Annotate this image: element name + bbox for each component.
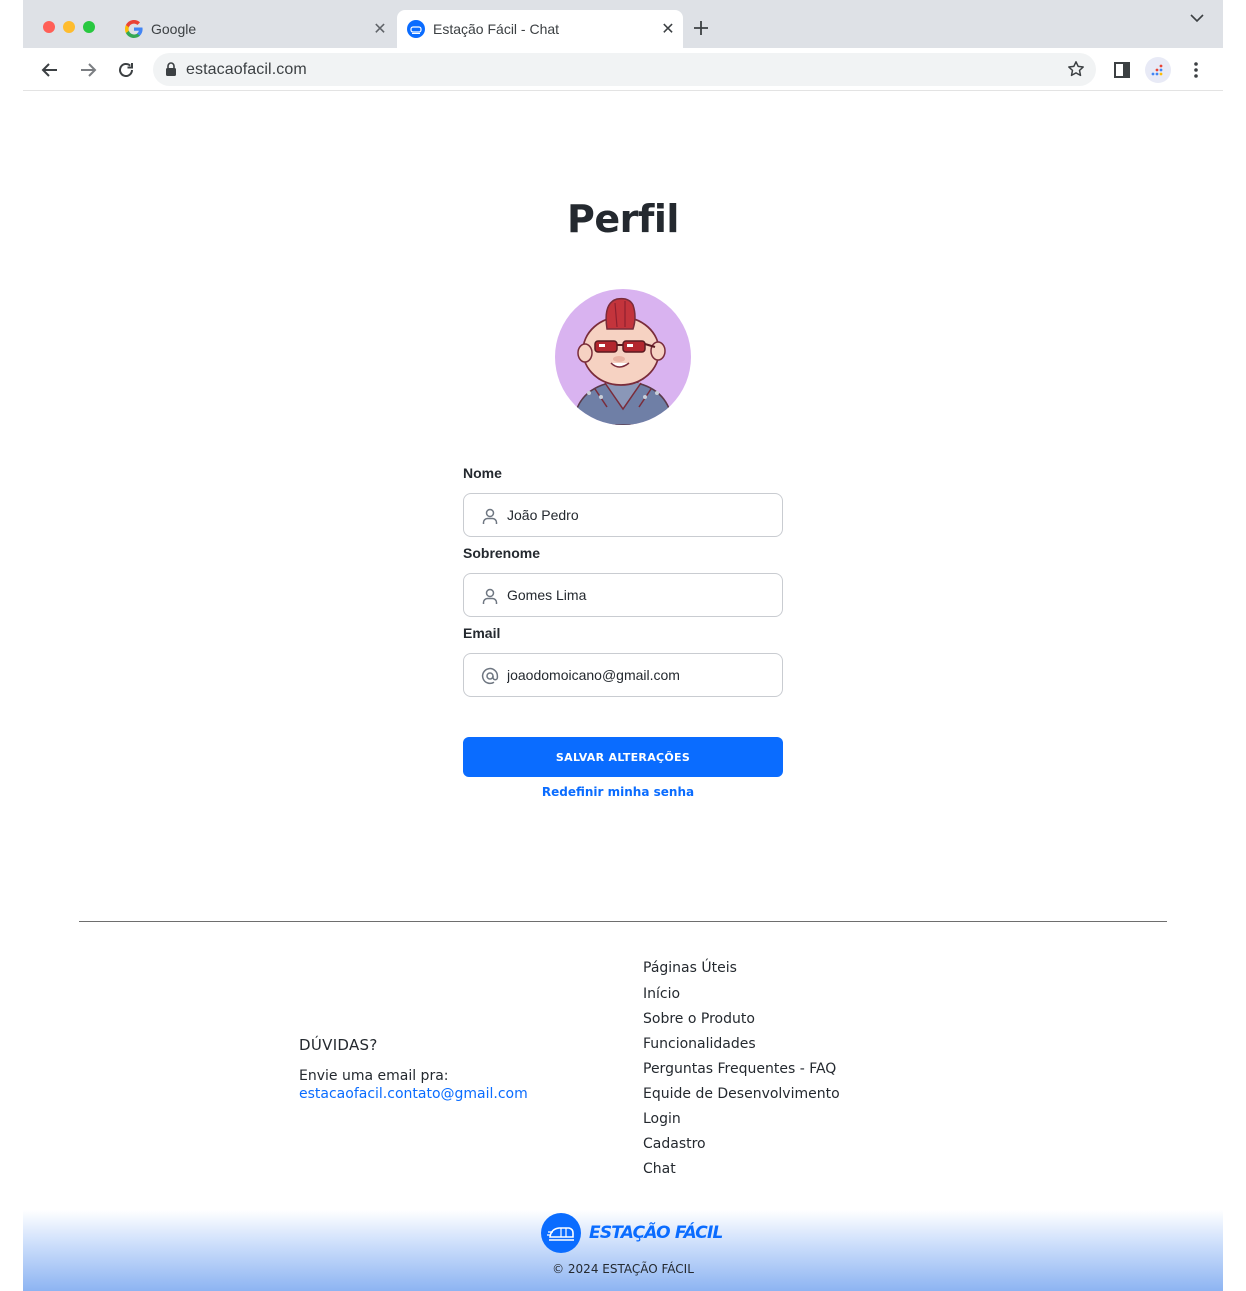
useful-links: Páginas Úteis Início Sobre o Produto Fun… [643,960,943,1186]
at-icon [480,666,500,686]
back-arrow-icon[interactable] [36,56,64,84]
email-label: Email [463,625,501,641]
nome-field[interactable] [463,493,783,537]
email-input[interactable] [507,654,769,696]
close-window-button[interactable] [43,21,55,33]
lock-icon[interactable] [165,62,179,77]
google-icon [125,20,143,38]
tab-title: Google [151,21,197,37]
brand[interactable]: ESTAÇÃO FÁCIL [541,1213,723,1253]
link-funcionalidades[interactable]: Funcionalidades [643,1036,943,1061]
page-title: Perfil [567,197,679,241]
footer-band: ESTAÇÃO FÁCIL © 2024 ESTAÇÃO FÁCIL [23,1210,1223,1291]
tab-estacao-facil[interactable]: Estação Fácil - Chat ✕ [397,10,683,48]
link-chat[interactable]: Chat [643,1161,943,1186]
contact-section: DÚVIDAS? Envie uma email pra: estacaofac… [299,1036,599,1102]
email-field[interactable] [463,653,783,697]
user-icon [480,506,500,526]
contact-text: Envie uma email pra: [299,1068,449,1084]
chevron-down-icon[interactable] [1185,8,1209,28]
nome-input[interactable] [507,494,769,536]
link-faq[interactable]: Perguntas Frequentes - FAQ [643,1061,943,1086]
contact-email-link[interactable]: estacaofacil.contato@gmail.com [299,1086,599,1102]
sobrenome-label: Sobrenome [463,545,541,561]
sobrenome-field[interactable] [463,573,783,617]
train-logo-icon [541,1213,581,1253]
footer-divider [79,921,1167,922]
brand-name: ESTAÇÃO FÁCIL [589,1223,723,1243]
link-cadastro[interactable]: Cadastro [643,1136,943,1161]
save-button[interactable]: SALVAR ALTERAÇÕES [463,737,783,777]
avatar-illustration [572,297,674,425]
tab-google[interactable]: Google ✕ [115,10,395,48]
links-list: Início Sobre o Produto Funcionalidades P… [643,986,943,1186]
reload-icon[interactable] [112,56,140,84]
reset-password-link[interactable]: Redefinir minha senha [463,785,773,799]
profile-page: Perfil Nome João Pedro Sobrenome Gomes L… [23,92,1223,1291]
sobrenome-input[interactable] [507,574,769,616]
tab-strip: Google ✕ Estação Fácil - Chat ✕ [23,0,1223,48]
user-icon [480,586,500,606]
bookmark-star-icon[interactable] [1066,59,1086,79]
nome-label: Nome [463,465,502,481]
close-tab-icon[interactable]: ✕ [659,20,677,38]
tab-title: Estação Fácil - Chat [433,21,560,37]
forward-arrow-icon[interactable] [74,56,102,84]
maximize-window-button[interactable] [83,21,95,33]
minimize-window-button[interactable] [63,21,75,33]
url-text[interactable]: estacaofacil.com [186,61,307,79]
address-bar[interactable]: estacaofacil.com [153,53,1096,86]
link-inicio[interactable]: Início [643,986,943,1011]
new-tab-icon[interactable] [689,16,713,40]
side-panel-icon[interactable] [1108,56,1136,84]
contact-title: DÚVIDAS? [299,1036,378,1054]
kebab-menu-icon[interactable] [1182,56,1210,84]
copyright: © 2024 ESTAÇÃO FÁCIL [552,1262,694,1276]
link-sobre[interactable]: Sobre o Produto [643,1011,943,1036]
link-login[interactable]: Login [643,1111,943,1136]
browser-window: Google ✕ Estação Fácil - Chat ✕ estacaof… [23,0,1223,1291]
close-tab-icon[interactable]: ✕ [371,20,389,38]
avatar[interactable] [555,289,691,425]
estacao-facil-icon [407,20,425,38]
link-equipe[interactable]: Equide de Desenvolvimento [643,1086,943,1111]
extension-icon[interactable] [1144,56,1172,84]
links-title: Páginas Úteis [643,960,737,976]
browser-toolbar: estacaofacil.com [23,48,1223,91]
